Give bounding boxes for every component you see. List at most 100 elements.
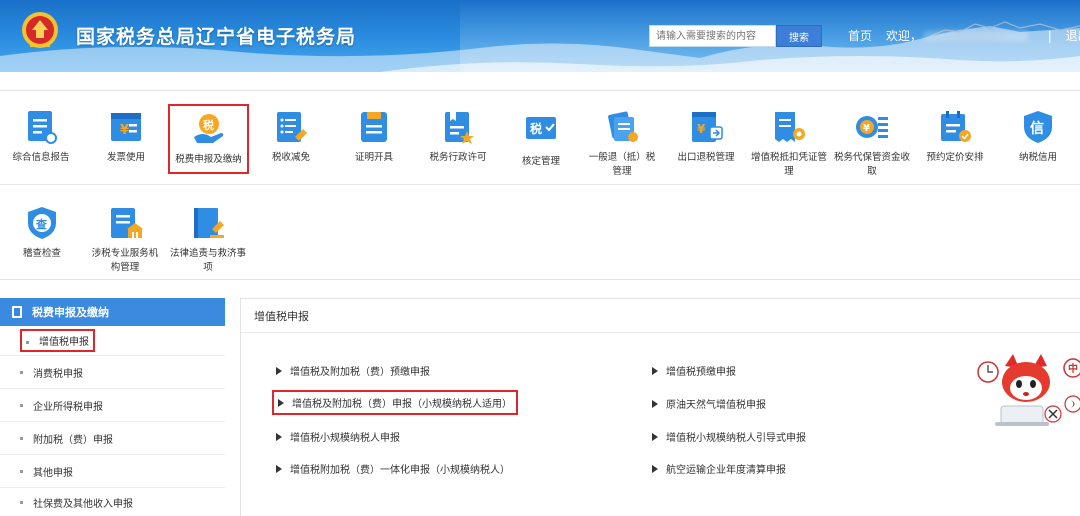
top-links: 首页 欢迎， | 退出 <box>848 27 1080 44</box>
bullet-icon <box>20 403 23 407</box>
menu-label: 一般退（抵）税管理 <box>588 152 656 177</box>
menu-assessment[interactable]: 税 核定管理 <box>505 109 577 169</box>
sidebar-item-social-security[interactable]: 社保费及其他收入申报 <box>0 488 225 516</box>
menu-label: 税务代保管资金收取 <box>834 152 911 177</box>
triangle-bullet-icon <box>276 464 282 473</box>
sidebar-item-consumption[interactable]: 消费税申报 <box>0 356 225 389</box>
tax-refund-icon <box>604 109 640 145</box>
sidebar-item-corporate[interactable]: 企业所得税申报 <box>0 389 225 422</box>
sidebar-item-text: 增值税申报 <box>39 337 89 348</box>
link-vat-surtax-small-scale[interactable]: 增值税及附加税（费）申报（小规模纳税人适用） <box>272 390 518 415</box>
menu-tax-refund[interactable]: 一般退（抵）税管理 <box>585 109 659 179</box>
fund-custody-icon: ¥ <box>854 109 890 145</box>
link-label: 增值税小规模纳税人申报 <box>290 433 400 444</box>
bullet-icon <box>26 340 29 344</box>
pricing-icon <box>937 109 973 145</box>
link-vat-prepay[interactable]: 增值税预缴申报 <box>648 360 740 381</box>
triangle-bullet-icon <box>652 432 658 441</box>
sidebar-item-label: 增值税申报 <box>20 329 95 352</box>
sidebar-item-surtax[interactable]: 附加税（费）申报 <box>0 422 225 455</box>
link-vat-surtax-prepay[interactable]: 增值税及附加税（费）预缴申报 <box>272 360 434 381</box>
link-aviation-annual[interactable]: 航空运输企业年度清算申报 <box>648 458 790 479</box>
info-report-icon <box>23 109 59 145</box>
menu-admin-permit[interactable]: 税务行政许可 <box>418 109 498 165</box>
menu-credit[interactable]: 信 纳税信用 <box>1002 109 1074 165</box>
sidebar-title: 税费申报及缴纳 <box>32 306 109 319</box>
menu-label: 法律追责与救济事项 <box>170 248 247 273</box>
menu-vat-voucher[interactable]: 增值税抵扣凭证管理 <box>750 109 828 179</box>
link-label: 增值税及附加税（费）预缴申报 <box>290 367 430 378</box>
username-masked <box>923 31 1028 42</box>
legal-icon <box>190 205 226 241</box>
bullet-icon <box>20 469 23 473</box>
menu-certificate[interactable]: 证明开具 <box>338 109 410 165</box>
sidebar-item-other[interactable]: 其他申报 <box>0 455 225 488</box>
svg-text:税: 税 <box>203 118 214 132</box>
triangle-bullet-icon <box>652 366 658 375</box>
menu-label: 核定管理 <box>521 156 560 167</box>
search-input[interactable] <box>649 25 776 47</box>
sidebar-item-label: 企业所得税申报 <box>33 401 103 413</box>
svg-text:查: 查 <box>36 217 47 231</box>
menu-info-report[interactable]: 综合信息报告 <box>5 109 77 165</box>
search-button[interactable]: 搜索 <box>776 25 822 47</box>
bullet-icon <box>20 436 23 440</box>
left-sidebar: 税费申报及缴纳 增值税申报 消费税申报 企业所得税申报 附加税（费）申报 其他申… <box>0 298 225 516</box>
triangle-bullet-icon <box>278 398 284 407</box>
link-label: 增值税及附加税（费）申报（小规模纳税人适用） <box>292 399 512 410</box>
home-link[interactable]: 首页 <box>848 27 872 44</box>
triangle-bullet-icon <box>652 464 658 473</box>
menu-invoice[interactable]: ¥ 发票使用 <box>90 109 162 165</box>
site-title: 国家税务总局辽宁省电子税务局 <box>76 26 357 48</box>
svg-text:信: 信 <box>1030 120 1044 137</box>
menu-label: 出口退税管理 <box>677 152 735 163</box>
link-label: 增值税预缴申报 <box>666 367 736 378</box>
document-icon <box>12 306 22 318</box>
link-vat-guided[interactable]: 增值税小规模纳税人引导式申报 <box>648 426 810 447</box>
function-menu-grid: 综合信息报告 ¥ 发票使用 税 税费申报及缴纳 税收减免 证明开具 税务行政许可… <box>0 90 1080 280</box>
menu-tax-relief[interactable]: 税收减免 <box>255 109 327 165</box>
menu-service-org[interactable]: 涉税专业服务机构管理 <box>88 205 162 275</box>
sidebar-item-label: 社保费及其他收入申报 <box>33 498 133 510</box>
triangle-bullet-icon <box>652 399 658 408</box>
menu-fund-custody[interactable]: ¥ 税务代保管资金收取 <box>834 109 910 179</box>
sidebar-item-label: 其他申报 <box>33 467 73 479</box>
fox-mascot-assistant[interactable]: 中 <box>975 352 1080 432</box>
tax-relief-icon <box>273 109 309 145</box>
inspection-icon: 查 <box>24 205 60 241</box>
divider: | <box>1047 29 1052 43</box>
vat-voucher-icon <box>771 109 807 145</box>
link-label: 航空运输企业年度清算申报 <box>666 465 786 476</box>
svg-text:税: 税 <box>530 121 542 136</box>
menu-pricing[interactable]: 预约定价安排 <box>918 109 992 165</box>
sidebar-item-vat[interactable]: 增值税申报 <box>0 326 225 356</box>
menu-label: 综合信息报告 <box>12 152 70 163</box>
menu-label: 发票使用 <box>106 152 145 163</box>
menu-inspection[interactable]: 查 稽查检查 <box>8 205 76 261</box>
menu-export-refund[interactable]: ¥ 出口退税管理 <box>670 109 742 165</box>
menu-tax-declare-pay[interactable]: 税 税费申报及缴纳 <box>168 104 249 174</box>
export-refund-icon: ¥ <box>688 109 724 145</box>
tax-emblem-logo[interactable] <box>18 10 62 64</box>
logout-link[interactable]: 退出 <box>1066 27 1080 44</box>
link-vat-surtax-integrated[interactable]: 增值税附加税（费）一体化申报（小规模纳税人） <box>272 458 514 479</box>
invoice-icon: ¥ <box>108 109 144 145</box>
header-banner: 国家税务总局辽宁省电子税务局 搜索 首页 欢迎， | 退出 <box>0 0 1080 72</box>
bullet-icon <box>20 500 23 504</box>
certificate-icon <box>356 109 392 145</box>
menu-label: 税费申报及缴纳 <box>175 154 242 165</box>
menu-label: 证明开具 <box>354 152 393 163</box>
credit-icon: 信 <box>1020 109 1056 145</box>
menu-label: 增值税抵扣凭证管理 <box>750 152 827 177</box>
tax-declare-pay-icon: 税 <box>191 111 227 147</box>
link-vat-small-scale[interactable]: 增值税小规模纳税人申报 <box>272 426 404 447</box>
link-oil-gas-vat[interactable]: 原油天然气增值税申报 <box>648 393 770 414</box>
menu-label: 纳税信用 <box>1018 152 1057 163</box>
menu-label: 预约定价安排 <box>926 152 984 163</box>
svg-text:¥: ¥ <box>697 122 706 136</box>
sidebar-item-label: 消费税申报 <box>33 368 83 380</box>
svg-text:¥: ¥ <box>863 123 870 134</box>
mascot-bubble-text: 中 <box>1068 362 1078 375</box>
triangle-bullet-icon <box>276 432 282 441</box>
menu-legal[interactable]: 法律追责与救济事项 <box>170 205 246 275</box>
